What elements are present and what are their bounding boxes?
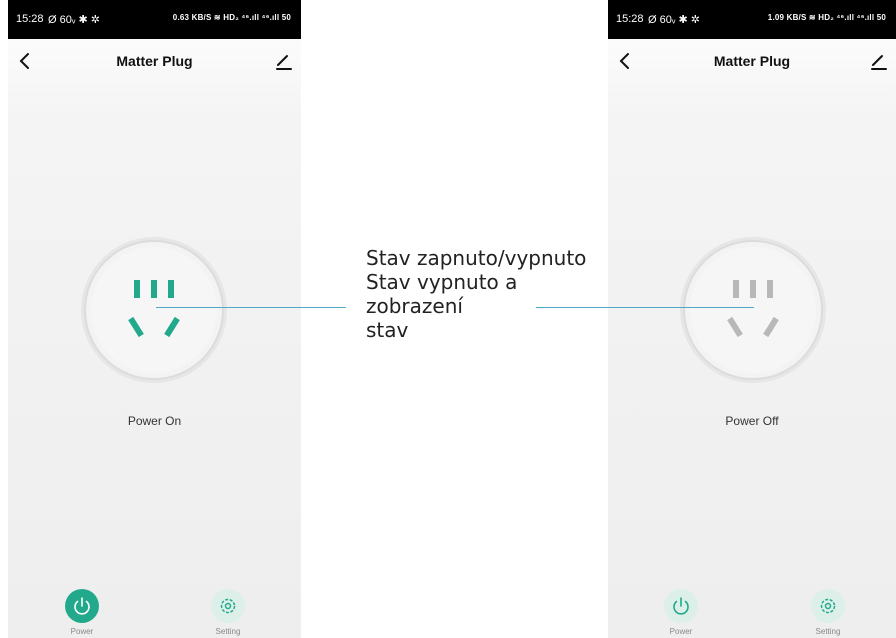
- tab-setting[interactable]: Setting: [798, 589, 858, 636]
- annotation-line-4: stav: [366, 318, 409, 342]
- status-bar: 15:28 Ø 60ᵥ ✱ ✲ 1.09 KB/S ≋ HD₂ ⁴⁶.ıll ⁴…: [608, 0, 896, 39]
- annotation-line-3: zobrazení: [366, 294, 463, 318]
- edit-pencil-icon[interactable]: [868, 51, 890, 73]
- gear-icon: [811, 589, 845, 623]
- status-right-icons: 0.63 KB/S ≋ HD₂ ⁴⁶.ıll ⁴⁶.ıll 50: [172, 13, 291, 22]
- power-icon: [664, 589, 698, 623]
- page-title: Matter Plug: [713, 53, 791, 69]
- nav-bar: Matter Plug: [608, 39, 896, 85]
- tab-setting-label: Setting: [215, 627, 241, 636]
- status-right-icons: 1.09 KB/S ≋ HD₂ ⁴⁶.ıll ⁴⁶.ıll 50: [767, 13, 886, 22]
- tab-setting-label: Setting: [815, 627, 841, 636]
- status-left-icons: Ø 60ᵥ ✱ ✲: [648, 14, 700, 26]
- socket-power-toggle[interactable]: [678, 235, 828, 385]
- phone-screen-power-off: 15:28 Ø 60ᵥ ✱ ✲ 1.09 KB/S ≋ HD₂ ⁴⁶.ıll ⁴…: [608, 0, 896, 638]
- power-status-label: Power Off: [725, 414, 779, 428]
- annotation-text: Stav zapnuto/vypnuto Stav vypnuto a zobr…: [366, 246, 626, 342]
- status-time: 15:28: [616, 13, 644, 25]
- tab-power[interactable]: Power: [651, 589, 711, 636]
- status-left-icons: Ø 60ᵥ ✱ ✲: [48, 14, 100, 26]
- gear-icon: [211, 589, 245, 623]
- status-time: 15:28: [16, 13, 44, 25]
- power-icon: [65, 589, 99, 623]
- tab-setting[interactable]: Setting: [198, 589, 258, 636]
- edit-pencil-icon[interactable]: [273, 51, 295, 73]
- annotation-line-2: Stav vypnuto a: [366, 270, 518, 294]
- tab-power-label: Power: [70, 627, 94, 636]
- nav-bar: Matter Plug: [8, 39, 301, 85]
- tab-power-label: Power: [669, 627, 693, 636]
- tab-power[interactable]: Power: [52, 589, 112, 636]
- page-title: Matter Plug: [116, 53, 193, 69]
- status-bar: 15:28 Ø 60ᵥ ✱ ✲ 0.63 KB/S ≋ HD₂ ⁴⁶.ıll ⁴…: [8, 0, 301, 39]
- annotation-line-1: Stav zapnuto/vypnuto: [366, 246, 587, 270]
- socket-power-toggle[interactable]: [79, 235, 229, 385]
- leader-line-left: [156, 307, 346, 308]
- phone-screen-power-on: 15:28 Ø 60ᵥ ✱ ✲ 0.63 KB/S ≋ HD₂ ⁴⁶.ıll ⁴…: [8, 0, 301, 638]
- power-status-label: Power On: [127, 414, 182, 428]
